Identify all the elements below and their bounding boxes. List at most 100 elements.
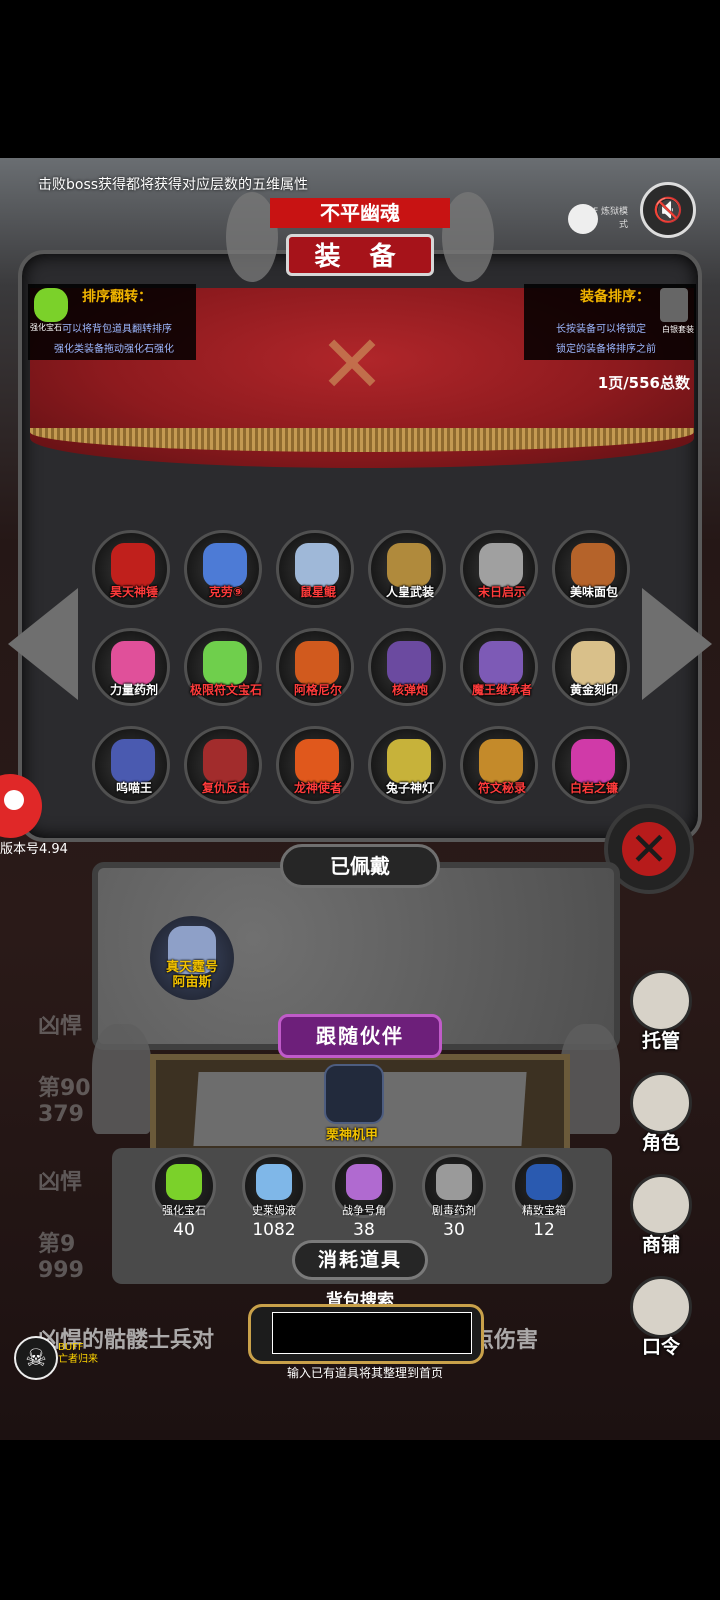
- side-button-label: 口令: [641, 1336, 680, 1358]
- item-label: 兔子神灯: [385, 781, 434, 795]
- close-icon: ✕: [622, 822, 676, 876]
- item-icon: [387, 543, 431, 587]
- mech-armor-icon: [324, 1064, 384, 1124]
- bag-search-input[interactable]: [272, 1312, 472, 1354]
- item-icon: [111, 543, 155, 587]
- inventory-item[interactable]: 白岩之镰: [552, 726, 630, 804]
- inventory-item[interactable]: 阿格尼尔: [276, 628, 354, 706]
- skull-buff-icon[interactable]: ☠: [14, 1336, 58, 1380]
- inventory-grid: 昊天神锤 克劳⑨ 鼠星鲲 人皇武装 末日启示 美味面包力量药剂 极限符文宝石 阿格尼尔 核弹炮 魔…: [92, 530, 632, 806]
- inventory-item[interactable]: 兔子神灯: [368, 726, 446, 804]
- consumable-count: 30: [443, 1220, 465, 1240]
- dice-icon: [630, 970, 692, 1032]
- item-label: 昊天神锤: [109, 585, 158, 599]
- crossed-swords-crest: ✕: [318, 318, 386, 411]
- side-button-code[interactable]: 口令: [624, 1276, 698, 1376]
- consumable-icon: [526, 1164, 562, 1200]
- inventory-item[interactable]: 昊天神锤: [92, 530, 170, 608]
- consumable-count: 1082: [252, 1220, 296, 1240]
- sort-flip-line1: 可以将背包道具翻转排序: [62, 324, 172, 335]
- inventory-item[interactable]: 龙神使者: [276, 726, 354, 804]
- buff-mode-badge[interactable]: BUFF 炼狱模式: [568, 204, 628, 244]
- item-icon: [479, 543, 523, 587]
- bg-text: 凶悍: [38, 1170, 83, 1195]
- side-button-shop[interactable]: 商铺: [624, 1174, 698, 1274]
- set-label: 白银套装: [662, 325, 694, 334]
- inventory-item[interactable]: 力量药剂: [92, 628, 170, 706]
- inventory-item[interactable]: 呜喵王: [92, 726, 170, 804]
- consumable-count: 12: [533, 1220, 555, 1240]
- consumable-label: 史莱姆液: [252, 1204, 296, 1217]
- sort-flip-heading: 排序翻转：: [82, 289, 152, 305]
- equip-sort-info[interactable]: 白银套装 装备排序： 长按装备可以将锁定 锁定的装备将排序之前: [524, 284, 696, 360]
- scroll-icon: [630, 1276, 692, 1338]
- equipped-title: 已佩戴: [280, 844, 440, 888]
- inventory-item[interactable]: 符文秘录: [460, 726, 538, 804]
- equipped-item-line2: 阿亩斯: [172, 975, 212, 990]
- buff-label: BUFF 亡者归来: [58, 1342, 98, 1366]
- buff-label-line2: 亡者归来: [58, 1354, 98, 1365]
- companion-slot[interactable]: 栗神机甲: [314, 1064, 390, 1143]
- item-icon: [295, 641, 339, 685]
- inventory-item[interactable]: 复仇反击: [184, 726, 262, 804]
- item-label: 龙神使者: [293, 781, 342, 795]
- title-plate: 不平幽魂 装 备: [226, 192, 494, 292]
- inventory-item[interactable]: 核弹炮: [368, 628, 446, 706]
- inventory-item[interactable]: 黄金刻印: [552, 628, 630, 706]
- speaker-muted-icon: 🔇: [653, 196, 683, 224]
- consumable-item[interactable]: 史莱姆液 1082: [234, 1154, 314, 1244]
- bg-text: 第9: [38, 1232, 76, 1257]
- item-label: 黄金刻印: [569, 683, 618, 697]
- consumable-count: 38: [353, 1220, 375, 1240]
- inventory-item[interactable]: 极限符文宝石: [184, 628, 262, 706]
- item-icon: [203, 543, 247, 587]
- inventory-item[interactable]: 末日启示: [460, 530, 538, 608]
- item-label: 人皇武装: [385, 585, 434, 599]
- next-page-arrow[interactable]: [642, 588, 712, 700]
- consumable-label: 强化宝石: [162, 1204, 206, 1217]
- equipped-item[interactable]: 真天霆号 阿亩斯: [150, 916, 234, 1000]
- bag-search-hint: 输入已有道具将其整理到首页: [286, 1366, 443, 1380]
- hooded-figure-icon: [630, 1072, 692, 1134]
- side-button-label: 托管: [641, 1030, 680, 1052]
- item-icon: [387, 641, 431, 685]
- item-label: 魔王继承者: [471, 683, 532, 697]
- inventory-item[interactable]: 美味面包: [552, 530, 630, 608]
- item-icon: [111, 641, 155, 685]
- shop-icon: [630, 1174, 692, 1236]
- consumables-title: 消耗道具: [292, 1240, 428, 1280]
- consumable-label: 战争号角: [342, 1204, 386, 1217]
- consumable-label: 精致宝箱: [522, 1204, 566, 1217]
- side-button-label: 角色: [641, 1132, 680, 1154]
- item-label: 极限符文宝石: [189, 683, 262, 697]
- equipped-item-line1: 真天霆号: [165, 960, 218, 975]
- item-icon: [295, 543, 339, 587]
- bg-text: 凶悍: [38, 1014, 83, 1039]
- inventory-item[interactable]: 克劳⑨: [184, 530, 262, 608]
- item-icon: [571, 641, 615, 685]
- sort-flip-line2: 强化类装备拖动强化石强化: [54, 344, 174, 355]
- inventory-item[interactable]: 魔王继承者: [460, 628, 538, 706]
- page-count: 1页/556总数: [597, 374, 690, 392]
- item-label: 符文秘录: [477, 781, 526, 795]
- item-label: 白岩之镰: [569, 781, 618, 795]
- inventory-item[interactable]: 鼠星鲲: [276, 530, 354, 608]
- consumable-item[interactable]: 剧毒药剂 30: [414, 1154, 494, 1244]
- consumable-item[interactable]: 精致宝箱 12: [504, 1154, 584, 1244]
- mute-button[interactable]: 🔇: [640, 182, 696, 238]
- item-label: 力量药剂: [109, 683, 158, 697]
- item-icon: [479, 739, 523, 783]
- armor-set-icon: [660, 288, 688, 322]
- sort-flip-info[interactable]: 强化宝石 排序翻转： 可以将背包道具翻转排序 强化类装备拖动强化石强化: [28, 284, 196, 360]
- consumable-item[interactable]: 战争号角 38: [324, 1154, 404, 1244]
- side-button-character[interactable]: 角色: [624, 1072, 698, 1172]
- boss-name: 不平幽魂: [270, 198, 450, 228]
- equip-sort-line1: 长按装备可以将锁定: [556, 324, 646, 335]
- side-button-auto[interactable]: 托管: [624, 970, 698, 1070]
- item-label: 呜喵王: [115, 781, 152, 795]
- side-button-label: 商铺: [641, 1234, 680, 1256]
- consumable-item[interactable]: 强化宝石 40: [144, 1154, 224, 1244]
- equipped-item-label: 真天霆号 阿亩斯: [130, 960, 254, 990]
- inventory-item[interactable]: 人皇武装: [368, 530, 446, 608]
- prev-page-arrow[interactable]: [8, 588, 78, 700]
